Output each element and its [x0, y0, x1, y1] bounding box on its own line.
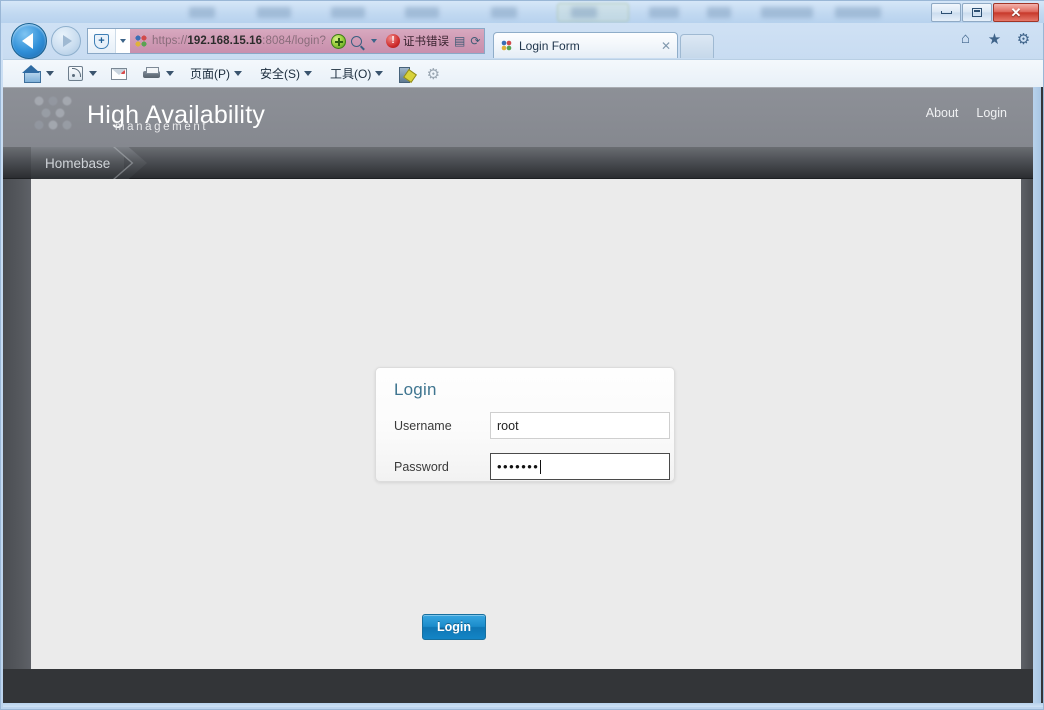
url-host: 192.168.15.16 — [187, 35, 263, 47]
command-tools-menu[interactable]: 工具(O) — [326, 63, 387, 84]
page-menu-label: 页面(P) — [190, 67, 230, 81]
tools-menu-label: 工具(O) — [330, 67, 372, 81]
compatibility-shield[interactable]: + — [88, 29, 116, 53]
command-print-button[interactable] — [139, 65, 164, 83]
back-arrow-icon — [22, 33, 33, 49]
navigation-row: + https://192.168.15.16:8084/login? ! 证书… — [3, 23, 1043, 59]
username-row: Username — [394, 412, 670, 439]
web-page: High Availability management About Login… — [3, 87, 1033, 687]
tab-favicon-icon — [500, 39, 513, 52]
nav-link-about[interactable]: About — [926, 106, 959, 120]
site-header: High Availability management About Login — [3, 87, 1033, 147]
developer-tools-icon — [399, 66, 415, 83]
safety-menu-label: 安全(S) — [260, 67, 300, 81]
error-icon: ! — [386, 34, 401, 48]
safety-chevron-down-icon — [304, 71, 312, 76]
url-display[interactable]: https://192.168.15.16:8084/login? ! 证书错误… — [130, 29, 484, 53]
page-icon[interactable]: ▤ — [454, 34, 465, 48]
mail-icon — [111, 67, 127, 80]
login-heading: Login — [394, 380, 437, 399]
url-text: https://192.168.15.16:8084/login? — [152, 35, 326, 47]
tools-gear-icon[interactable]: ⚙ — [1014, 29, 1033, 48]
page-chevron-down-icon — [234, 71, 242, 76]
favorites-star-icon[interactable]: ★ — [985, 29, 1004, 48]
url-protocol: https:// — [152, 35, 188, 47]
printer-icon — [143, 66, 160, 81]
command-feeds-button[interactable] — [64, 64, 87, 83]
rss-feed-icon — [68, 66, 83, 81]
gear-icon: ⚙ — [426, 65, 441, 83]
window-bottom-edge — [3, 703, 1043, 707]
home-chevron-down-icon[interactable] — [46, 71, 54, 76]
nav-link-login[interactable]: Login — [976, 106, 1007, 120]
brand-subtitle: management — [115, 121, 209, 133]
search-icon[interactable] — [351, 35, 363, 47]
home-icon — [22, 65, 41, 83]
close-button[interactable]: ✕ — [993, 3, 1039, 22]
password-label: Password — [394, 459, 449, 474]
tab-strip: Login Form ✕ — [493, 24, 714, 58]
forward-arrow-icon — [63, 35, 72, 47]
print-chevron-down-icon[interactable] — [166, 71, 174, 76]
command-mail-button[interactable] — [107, 66, 131, 82]
password-input[interactable]: ••••••• — [490, 453, 670, 480]
back-button[interactable] — [11, 23, 47, 59]
hexagon-pattern-icon — [31, 93, 79, 137]
address-bar-icons: ! 证书错误 ▤ ⟳ ✕ — [326, 33, 484, 49]
feeds-chevron-down-icon[interactable] — [89, 71, 97, 76]
window-right-edge — [1033, 87, 1041, 707]
certificate-error-label: 证书错误 — [403, 36, 450, 48]
new-tab-button[interactable] — [680, 34, 714, 58]
home-icon[interactable]: ⌂ — [956, 29, 975, 48]
address-bar[interactable]: + https://192.168.15.16:8084/login? ! 证书… — [87, 28, 485, 54]
password-masked-value: ••••••• — [497, 459, 540, 474]
breadcrumb-bar: Homebase — [3, 147, 1033, 179]
tools-chevron-down-icon — [375, 71, 384, 76]
chrome-right-icons: ⌂ ★ ⚙ — [956, 29, 1033, 48]
chevron-down-icon[interactable] — [120, 39, 126, 43]
refresh-icon[interactable]: ⟳ — [470, 34, 480, 48]
maximize-restore-button[interactable] — [962, 3, 992, 22]
username-label: Username — [394, 418, 452, 433]
command-page-menu[interactable]: 页面(P) — [186, 63, 246, 84]
right-gutter — [1021, 179, 1033, 669]
search-chevron-down-icon[interactable] — [371, 39, 378, 43]
window-title-strip: ✕ — [1, 1, 1044, 23]
window-controls[interactable]: ✕ — [931, 3, 1039, 22]
browser-window: ✕ + https://192.168.15.16:8084/login? ! … — [0, 0, 1044, 710]
login-panel: Login Username Password ••••••• — [375, 367, 675, 482]
command-developer-tools[interactable] — [395, 64, 419, 84]
password-row: Password ••••••• — [394, 453, 670, 480]
command-settings[interactable]: ⚙ — [421, 64, 445, 84]
browser-chrome: + https://192.168.15.16:8084/login? ! 证书… — [3, 23, 1043, 87]
forward-button[interactable] — [51, 26, 81, 56]
command-safety-menu[interactable]: 安全(S) — [256, 63, 316, 84]
left-gutter — [3, 179, 31, 669]
header-nav-links: About Login — [926, 106, 1007, 120]
tab-login-form[interactable]: Login Form ✕ — [493, 32, 678, 58]
certificate-error-indicator[interactable]: ! 证书错误 — [386, 33, 449, 49]
text-cursor — [540, 459, 542, 474]
minimize-button[interactable] — [931, 3, 961, 22]
site-favicon-icon — [134, 34, 148, 48]
content-area: Login Username Password ••••••• Login — [31, 179, 1021, 669]
command-home-button[interactable] — [19, 64, 44, 83]
login-submit-button[interactable]: Login — [422, 614, 486, 640]
page-viewport: High Availability management About Login… — [3, 87, 1043, 707]
breadcrumb-label: Homebase — [45, 155, 111, 171]
tab-close-icon[interactable]: ✕ — [657, 39, 671, 53]
username-input[interactable] — [490, 412, 670, 439]
url-path: :8084/login? — [262, 35, 327, 47]
shield-icon: + — [94, 33, 109, 49]
compatibility-view-icon[interactable] — [331, 33, 347, 49]
command-bar: 页面(P) 安全(S) 工具(O) ⚙ — [3, 59, 1043, 87]
tab-title: Login Form — [519, 38, 580, 53]
breadcrumb-item-homebase[interactable]: Homebase — [31, 147, 125, 179]
